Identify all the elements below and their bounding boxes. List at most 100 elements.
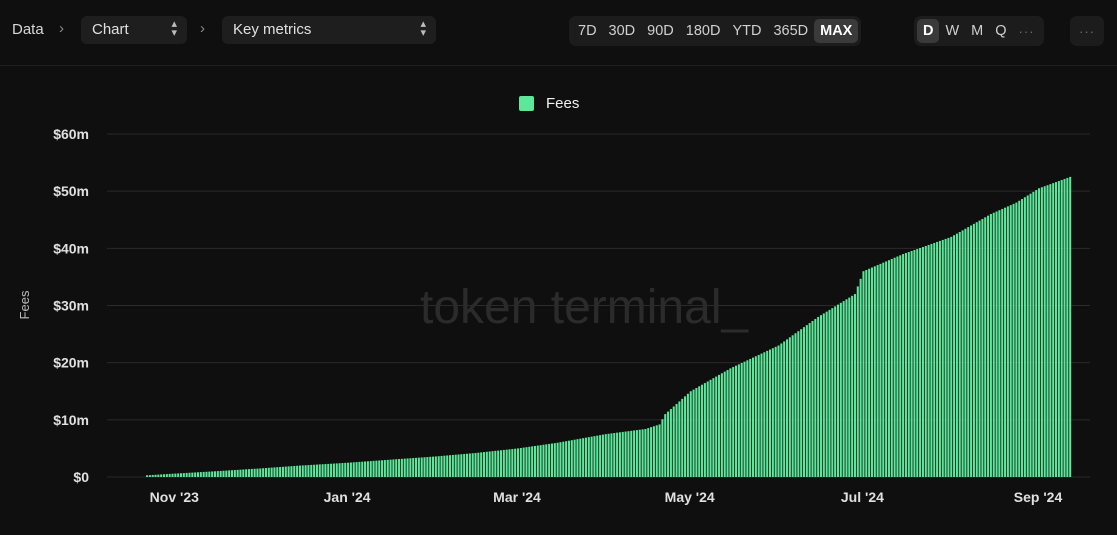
legend-label-fees[interactable]: Fees (546, 95, 579, 112)
bar (211, 471, 214, 477)
bar (225, 470, 228, 477)
bar (1035, 190, 1038, 477)
bar (454, 454, 457, 477)
bar (437, 456, 440, 477)
bar (1046, 185, 1049, 477)
bar (324, 464, 327, 477)
bar (774, 346, 777, 477)
bar (706, 381, 709, 477)
bar (732, 367, 735, 477)
bar (842, 301, 845, 477)
bar (797, 331, 800, 477)
bar (1009, 205, 1012, 477)
bar (650, 427, 653, 477)
bar (658, 424, 661, 477)
bar (386, 459, 389, 477)
bar (188, 472, 191, 477)
bar (505, 449, 508, 477)
bar (528, 446, 531, 477)
bar (465, 453, 469, 477)
bar (219, 470, 222, 477)
x-tick-label: Nov '23 (150, 489, 199, 505)
bar (522, 447, 525, 477)
bar (531, 446, 534, 478)
x-axis: Nov '23 Jan '24 Mar '24 May '24 Jul '24 Sep '… (150, 489, 1063, 505)
bar (964, 228, 967, 477)
x-tick-label: May '24 (665, 489, 715, 505)
bar (718, 374, 721, 477)
bar (457, 454, 460, 477)
bar (276, 467, 279, 477)
bar (344, 462, 347, 477)
bar (899, 255, 902, 477)
bar (497, 450, 500, 477)
bar (885, 261, 888, 477)
bar (661, 419, 664, 477)
bar (400, 458, 403, 477)
bar (947, 237, 950, 477)
bar (893, 257, 896, 477)
bar (423, 457, 426, 477)
bar (471, 453, 474, 477)
y-tick-label: $60m (53, 126, 89, 142)
bar (562, 441, 565, 477)
bar (417, 457, 420, 477)
bar (805, 325, 808, 477)
bar (264, 468, 267, 477)
bar (907, 252, 910, 477)
bar (681, 398, 684, 477)
bar (194, 472, 197, 477)
bar (279, 467, 282, 477)
bar (525, 447, 528, 477)
bar (162, 474, 166, 477)
bar (723, 371, 726, 477)
bar (548, 443, 551, 477)
bar (556, 442, 559, 477)
bar (633, 430, 636, 477)
bar (981, 218, 984, 477)
bar (703, 383, 706, 477)
bar (290, 466, 293, 477)
bar (349, 462, 352, 477)
bar (684, 396, 687, 477)
bar (222, 470, 225, 477)
bar (573, 439, 576, 477)
bar (165, 474, 168, 477)
bar (664, 414, 667, 477)
y-axis-title: Fees (17, 290, 32, 319)
bar (814, 318, 817, 477)
bar (638, 429, 641, 477)
bar (281, 466, 284, 477)
bar (332, 463, 335, 477)
bar (293, 465, 296, 477)
bar (366, 461, 369, 477)
bar (196, 472, 200, 477)
bar (392, 459, 395, 477)
bar (247, 469, 250, 477)
bar (199, 472, 202, 477)
bar (213, 471, 216, 477)
bar (941, 239, 944, 477)
bar (689, 391, 692, 477)
bar (726, 370, 729, 477)
bar (494, 450, 497, 477)
bar (836, 304, 839, 477)
bar (879, 263, 882, 477)
bar (355, 462, 358, 477)
bar (754, 356, 757, 477)
bar (618, 432, 621, 477)
bar (635, 430, 638, 477)
bar (896, 256, 899, 477)
bar (972, 223, 975, 477)
bar (984, 217, 987, 478)
bar (550, 443, 553, 477)
bar (873, 266, 876, 477)
bar (686, 393, 689, 477)
bar (449, 455, 452, 477)
bar (191, 472, 194, 477)
bar (1038, 188, 1041, 477)
bar (616, 432, 619, 477)
bar (1001, 208, 1004, 477)
bar (655, 425, 658, 477)
bar (819, 315, 823, 477)
